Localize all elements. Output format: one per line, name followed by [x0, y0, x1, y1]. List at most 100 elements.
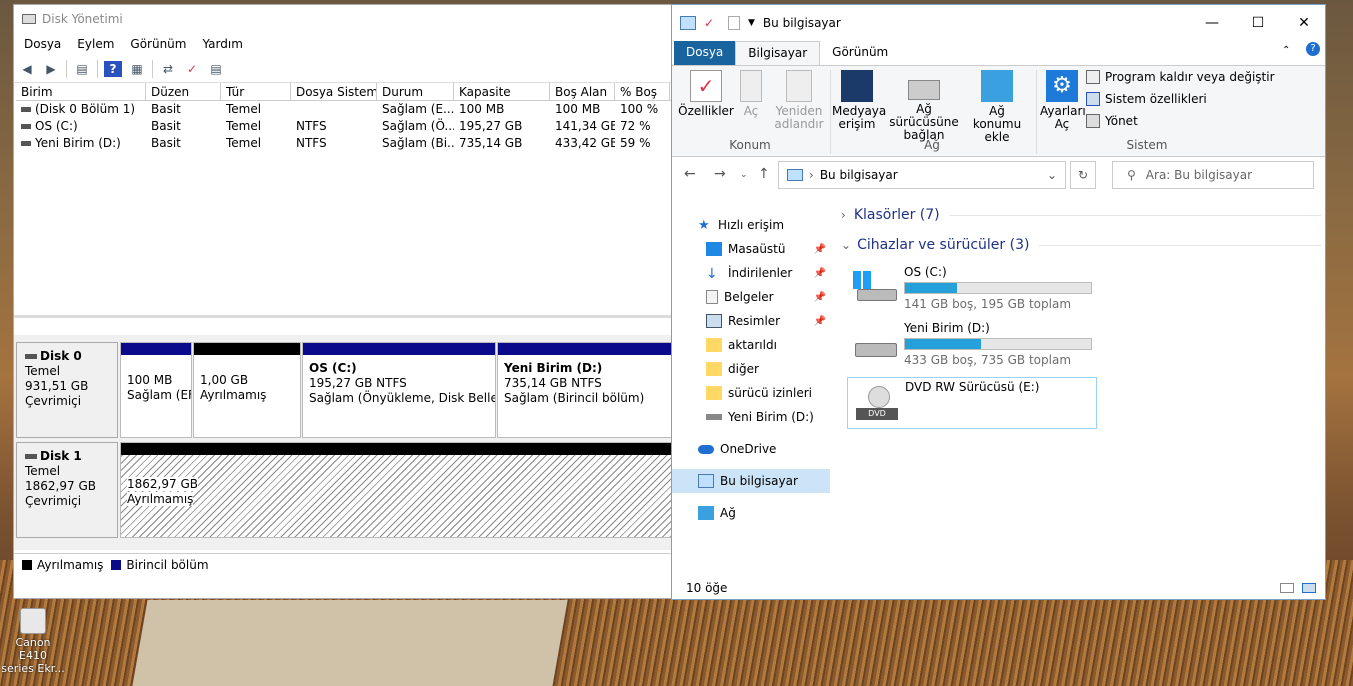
sistem-ozellikleri-button[interactable]: Sistem özellikleri: [1086, 92, 1207, 106]
nav-surucu-izinleri[interactable]: sürücü izinleri: [672, 381, 830, 405]
settings-icon[interactable]: ▤: [207, 61, 225, 77]
pin-icon[interactable]: 📌: [814, 316, 826, 327]
computer-icon: [680, 16, 696, 30]
col-duzen[interactable]: Düzen: [146, 83, 221, 100]
dvd-drive-icon: DVD: [854, 386, 898, 422]
col-durum[interactable]: Durum: [377, 83, 454, 100]
cell-birim: OS (C:): [16, 118, 146, 135]
col-birim[interactable]: Birim: [16, 83, 146, 100]
nav-yeni-birim-d[interactable]: Yeni Birim (D:): [672, 405, 830, 429]
table-row[interactable]: (Disk 0 Bölüm 1) Basit Temel Sağlam (E..…: [16, 101, 672, 118]
tab-dosya[interactable]: Dosya: [674, 41, 736, 65]
program-kaldir-button[interactable]: Program kaldır veya değiştir: [1086, 70, 1275, 84]
title-bar[interactable]: ✓ ▼ Bu bilgisayar — ☐ ✕: [672, 5, 1325, 41]
pin-icon[interactable]: 📌: [814, 244, 826, 255]
nav-resimler[interactable]: Resimler 📌: [672, 309, 830, 333]
cell-dosya-sistemi: NTFS: [296, 119, 327, 133]
nav-diger[interactable]: diğer: [672, 357, 830, 381]
new-folder-icon[interactable]: [728, 16, 740, 30]
nav-bu-bilgisayar[interactable]: Bu bilgisayar: [672, 469, 830, 493]
disk-0-label[interactable]: Disk 0 Temel 931,51 GB Çevrimiçi: [16, 342, 118, 438]
ag-surucusune-baglan-button[interactable]: Ağ sürücüsüne bağlan: [884, 70, 964, 142]
check-icon[interactable]: ✓: [183, 61, 201, 77]
nav-onedrive[interactable]: OneDrive: [672, 437, 830, 461]
col-yuzde-bos[interactable]: % Boş: [615, 83, 670, 100]
menu-yardim[interactable]: Yardım: [202, 37, 242, 51]
ayarlari-ac-button[interactable]: ⚙ Ayarları Aç: [1040, 70, 1086, 131]
details-view-icon[interactable]: [1280, 583, 1294, 593]
minimize-button[interactable]: —: [1189, 5, 1235, 41]
col-bos-alan[interactable]: Boş Alan: [550, 83, 615, 100]
partition-text: 100 MB Sağlam (EF: [127, 373, 191, 402]
disk-1-label[interactable]: Disk 1 Temel 1862,97 GB Çevrimiçi: [16, 442, 118, 538]
partition-unallocated[interactable]: 1,00 GB Ayrılmamış: [193, 342, 301, 438]
recent-dropdown-icon[interactable]: ⌄: [740, 170, 748, 180]
yeniden-adlandir-button[interactable]: Yeniden adlandır: [770, 70, 828, 131]
capacity-fill: [905, 339, 982, 349]
tab-gorunum[interactable]: Görünüm: [820, 41, 900, 65]
menu-eylem[interactable]: Eylem: [77, 37, 114, 51]
properties-icon[interactable]: ✓: [704, 16, 720, 30]
medyaya-erisim-button[interactable]: Medyaya erişim: [832, 70, 886, 131]
pin-icon[interactable]: 📌: [814, 292, 826, 303]
search-input[interactable]: ⚲ Ara: Bu bilgisayar: [1112, 161, 1314, 189]
tab-bilgisayar[interactable]: Bilgisayar: [735, 41, 821, 65]
close-button[interactable]: ✕: [1281, 5, 1327, 41]
maximize-button[interactable]: ☐: [1235, 5, 1281, 41]
disk-1-row: Disk 1 Temel 1862,97 GB Çevrimiçi 1862,9…: [16, 442, 672, 538]
forward-icon[interactable]: ▶: [42, 61, 60, 77]
help-icon[interactable]: ?: [1306, 42, 1320, 56]
partition-disk1-unallocated[interactable]: 1862,97 GB Ayrılmamış: [120, 442, 672, 538]
chevron-down-icon[interactable]: ⌄: [1047, 168, 1057, 182]
refresh-button[interactable]: ↻: [1070, 161, 1096, 189]
connect-icon[interactable]: ⇄: [159, 61, 177, 77]
cell-yuzde-bos: 59 %: [620, 136, 651, 150]
group-cihazlar[interactable]: ⌄ Cihazlar ve sürücüler (3): [841, 237, 1321, 253]
up-icon[interactable]: ↑: [758, 166, 770, 182]
ac-button[interactable]: Aç: [736, 70, 766, 118]
ag-konumu-ekle-button[interactable]: Ağ konumu ekle: [964, 70, 1030, 144]
drive-dvd-e[interactable]: DVD DVD RW Sürücüsü (E:): [847, 377, 1097, 429]
col-tur[interactable]: Tür: [221, 83, 291, 100]
table-row[interactable]: OS (C:) Basit Temel NTFS Sağlam (Ö... 19…: [16, 118, 672, 135]
partition-os-c[interactable]: OS (C:) 195,27 GB NTFS Sağlam (Önyükleme, …: [302, 342, 496, 438]
button-label: Medyaya erişim: [832, 104, 887, 131]
help-icon[interactable]: ?: [104, 60, 122, 77]
ribbon-collapse-icon[interactable]: ⌃: [1282, 45, 1290, 56]
desktop-icon-printer[interactable]: Canon E410 series Ekr...: [0, 608, 66, 675]
nav-label: aktarıldı: [728, 338, 777, 352]
nav-belgeler[interactable]: Belgeler 📌: [672, 285, 830, 309]
back-icon[interactable]: ←: [684, 166, 696, 182]
content-pane: › Klasörler (7) ⌄ Cihazlar ve sürücüler …: [837, 205, 1325, 575]
nav-aktarildi[interactable]: aktarıldı: [672, 333, 830, 357]
yonet-button[interactable]: Yönet: [1086, 114, 1138, 128]
qat-dropdown-icon[interactable]: ▼: [748, 18, 755, 28]
pin-icon[interactable]: 📌: [814, 268, 826, 279]
drive-os-c[interactable]: OS (C:) 141 GB boş, 195 GB toplam: [847, 263, 1097, 315]
group-klasorler[interactable]: › Klasörler (7): [841, 207, 1321, 223]
disk-name: Disk 1: [40, 449, 82, 463]
nav-label: Hızlı erişim: [718, 218, 785, 232]
nav-masaustu[interactable]: Masaüstü 📌: [672, 237, 830, 261]
menu-gorunum[interactable]: Görünüm: [130, 37, 186, 51]
nav-indirilenler[interactable]: ↓ İndirilenler 📌: [672, 261, 830, 285]
status-bar: 10 öğe: [672, 577, 1325, 599]
address-bar[interactable]: › Bu bilgisayar ⌄: [778, 161, 1066, 189]
list-view-icon[interactable]: ▤: [73, 61, 91, 77]
menu-dosya[interactable]: Dosya: [24, 37, 61, 51]
title-bar[interactable]: Disk Yönetimi: [14, 5, 672, 33]
table-row[interactable]: Yeni Birim (D:) Basit Temel NTFS Sağlam …: [16, 135, 672, 152]
large-icons-view-icon[interactable]: [1302, 583, 1316, 593]
partition-efi[interactable]: 100 MB Sağlam (EF: [120, 342, 192, 438]
uninstall-icon: [1086, 70, 1100, 84]
nav-ag[interactable]: Ağ: [672, 501, 830, 525]
ozellikler-button[interactable]: ✓ Özellikler: [678, 70, 734, 118]
nav-hizli-erisim[interactable]: ★ Hızlı erişim: [672, 213, 830, 237]
partition-yeni-birim-d[interactable]: Yeni Birim (D:) 735,14 GB NTFS Sağlam (Bir…: [497, 342, 672, 438]
back-icon[interactable]: ◀: [18, 61, 36, 77]
drive-yeni-birim-d[interactable]: Yeni Birim (D:) 433 GB boş, 735 GB topla…: [847, 319, 1097, 371]
forward-icon[interactable]: →: [714, 166, 726, 182]
col-dosya-sistemi[interactable]: Dosya Sistemi: [291, 83, 377, 100]
col-kapasite[interactable]: Kapasite: [454, 83, 550, 100]
properties-icon[interactable]: ▦: [128, 61, 146, 77]
